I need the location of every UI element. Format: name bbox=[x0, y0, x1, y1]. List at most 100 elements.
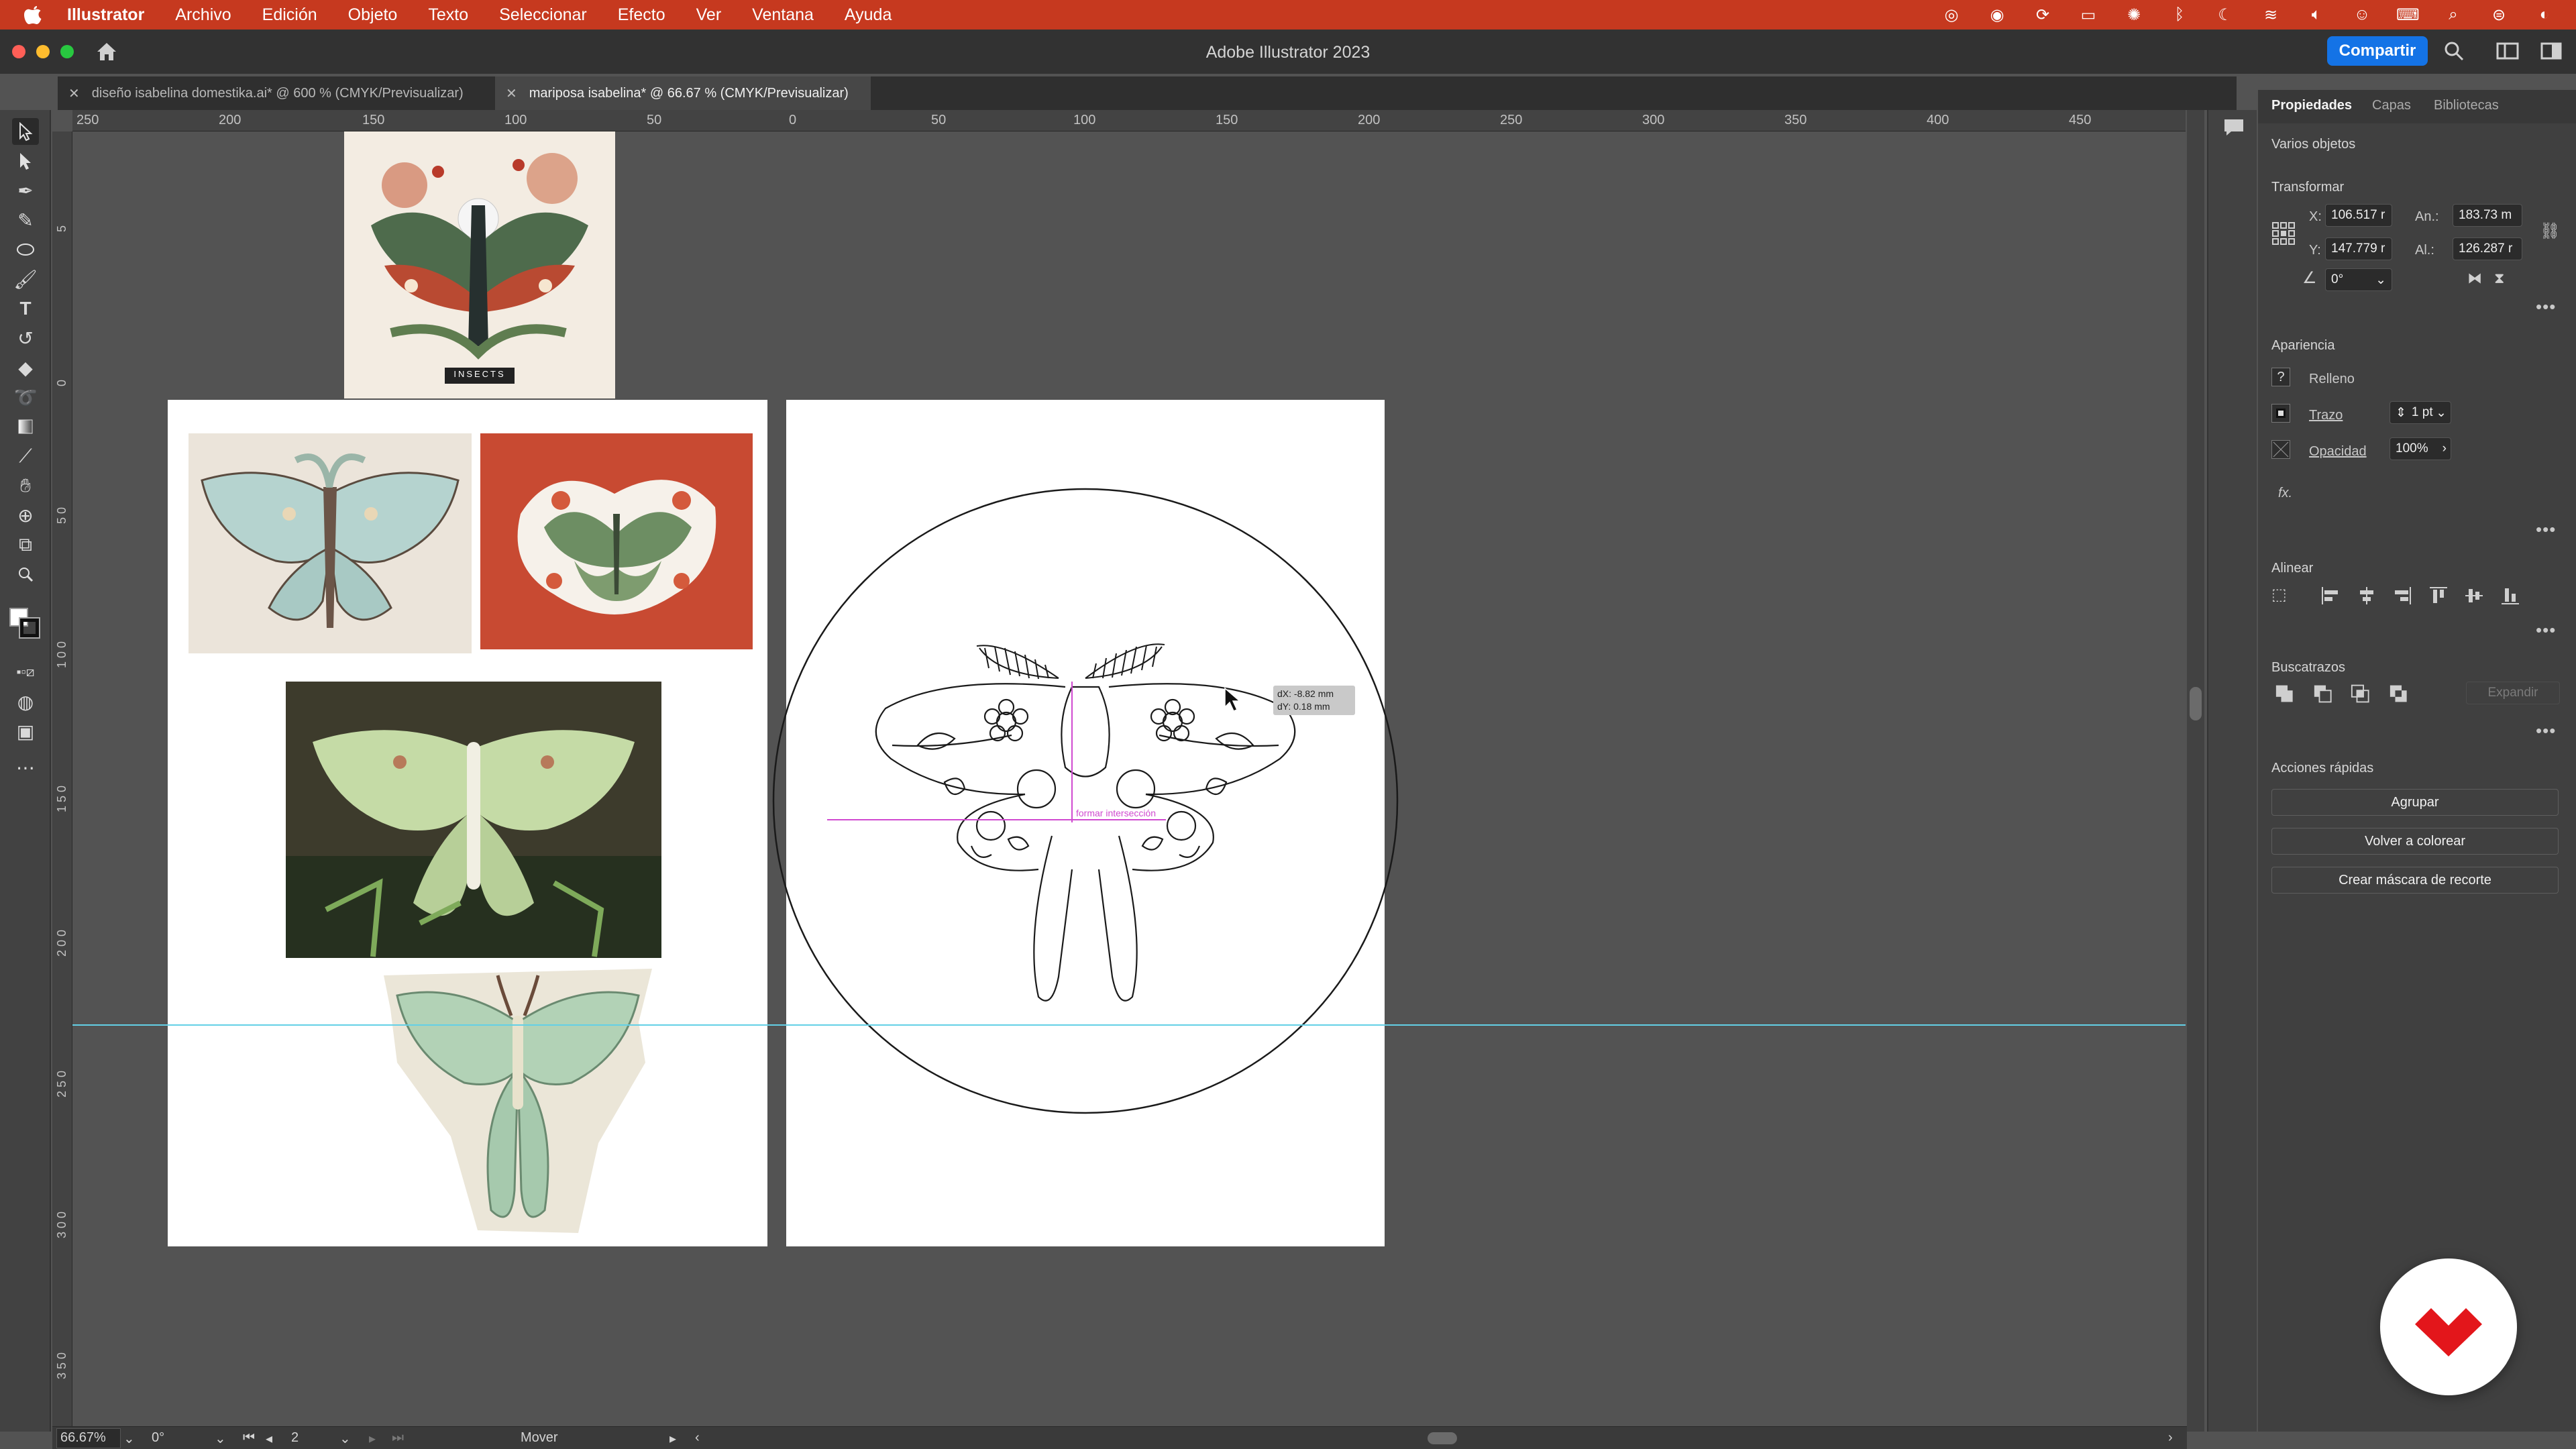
group-button[interactable]: Agrupar bbox=[2271, 789, 2559, 816]
control-center-icon[interactable]: ⊜ bbox=[2487, 5, 2510, 25]
artboard-tool-icon[interactable]: ⧉ bbox=[12, 531, 39, 558]
draw-mode-icon[interactable]: ◍ bbox=[12, 688, 39, 715]
opacity-field[interactable]: 100% › bbox=[2390, 437, 2451, 460]
align-bottom-icon[interactable] bbox=[2500, 585, 2521, 606]
more-options-icon[interactable]: ••• bbox=[2536, 519, 2556, 540]
first-artboard-icon[interactable]: ⏮ bbox=[243, 1430, 255, 1446]
document-tab-1[interactable]: ✕ diseño isabelina domestika.ai* @ 600 %… bbox=[58, 76, 494, 110]
x-field[interactable]: 106.517 r bbox=[2325, 204, 2392, 227]
recolor-button[interactable]: Volver a colorear bbox=[2271, 828, 2559, 855]
moth-line-drawing[interactable] bbox=[72, 131, 2186, 1426]
fill-stroke-swatches[interactable] bbox=[7, 605, 44, 652]
chevron-down-icon[interactable]: ⌄ bbox=[339, 1430, 351, 1447]
menu-edicion[interactable]: Edición bbox=[262, 5, 317, 25]
reference-point-icon[interactable] bbox=[2271, 221, 2296, 246]
menu-efecto[interactable]: Efecto bbox=[618, 5, 665, 25]
opacity-label[interactable]: Opacidad bbox=[2309, 444, 2367, 460]
stroke-label[interactable]: Trazo bbox=[2309, 408, 2343, 423]
horizontal-scroll-thumb[interactable] bbox=[1428, 1432, 1457, 1444]
stroke-weight-field[interactable]: ⇕ 1 pt ⌄ bbox=[2390, 401, 2451, 424]
document-tab-2[interactable]: ✕ mariposa isabelina* @ 66.67 % (CMYK/Pr… bbox=[495, 76, 871, 110]
chevron-down-icon[interactable]: ⌄ bbox=[123, 1430, 135, 1447]
align-middle-icon[interactable] bbox=[2463, 585, 2485, 606]
intersect-icon[interactable] bbox=[2350, 683, 2371, 704]
record-icon[interactable]: ◉ bbox=[1986, 5, 2008, 25]
color-wheel-icon[interactable]: ✺ bbox=[2123, 5, 2145, 25]
fill-swatch[interactable]: ? bbox=[2271, 368, 2290, 386]
color-mode-icon[interactable]: ▪▫⧄ bbox=[12, 659, 39, 686]
scroll-right-icon[interactable]: › bbox=[2168, 1430, 2173, 1446]
align-to-icon[interactable]: ⬚ bbox=[2271, 585, 2287, 604]
clipping-mask-button[interactable]: Crear máscara de recorte bbox=[2271, 867, 2559, 894]
search-icon[interactable] bbox=[2442, 39, 2466, 63]
minus-front-icon[interactable] bbox=[2312, 683, 2333, 704]
tab-capas[interactable]: Capas bbox=[2372, 98, 2411, 113]
artboard-number[interactable]: 2 bbox=[291, 1430, 299, 1446]
apple-icon[interactable] bbox=[23, 3, 43, 26]
gradient-tool-icon[interactable] bbox=[12, 413, 39, 440]
eyedropper-tool-icon[interactable]: ⟋ bbox=[12, 443, 39, 470]
puppet-warp-tool-icon[interactable]: ✋︎ bbox=[12, 472, 39, 499]
stroke-swatch[interactable] bbox=[19, 617, 40, 639]
menu-ayuda[interactable]: Ayuda bbox=[845, 5, 892, 25]
menu-app-name[interactable]: Illustrator bbox=[67, 5, 144, 25]
tab-bibliotecas[interactable]: Bibliotecas bbox=[2434, 98, 2499, 113]
close-tab-icon[interactable]: ✕ bbox=[506, 85, 517, 102]
wifi-icon[interactable]: ≋ bbox=[2259, 5, 2282, 25]
unite-icon[interactable] bbox=[2274, 683, 2295, 704]
curvature-tool-icon[interactable]: ✎ bbox=[12, 207, 39, 233]
align-top-icon[interactable] bbox=[2428, 585, 2449, 606]
align-left-icon[interactable] bbox=[2320, 585, 2341, 606]
type-tool-icon[interactable]: T bbox=[12, 295, 39, 322]
menu-ver[interactable]: Ver bbox=[696, 5, 722, 25]
menu-objeto[interactable]: Objeto bbox=[348, 5, 398, 25]
horizontal-ruler[interactable]: 250 200 150 100 50 0 50 100 150 200 250 … bbox=[72, 110, 2186, 131]
screen-mode-icon[interactable]: ▣ bbox=[12, 718, 39, 745]
shape-builder-tool-icon[interactable]: ⊕ bbox=[12, 502, 39, 529]
menu-ventana[interactable]: Ventana bbox=[752, 5, 814, 25]
direct-selection-tool-icon[interactable] bbox=[12, 148, 39, 174]
tab-propiedades[interactable]: Propiedades bbox=[2271, 98, 2352, 113]
siri-icon[interactable]: ◐ bbox=[2533, 5, 2556, 24]
align-center-icon[interactable] bbox=[2356, 585, 2377, 606]
panel-layout-icon[interactable] bbox=[2540, 40, 2563, 62]
spotlight-icon[interactable]: ⌕ bbox=[2442, 5, 2465, 24]
more-options-icon[interactable]: ••• bbox=[2536, 297, 2556, 317]
paintbrush-tool-icon[interactable]: 🖌︎ bbox=[12, 266, 39, 292]
selection-tool-icon[interactable] bbox=[12, 118, 39, 145]
keyboard-icon[interactable]: ⌨ bbox=[2396, 5, 2420, 25]
vertical-scrollbar[interactable] bbox=[2187, 110, 2204, 1432]
display-icon[interactable]: ▭ bbox=[2077, 5, 2100, 25]
pen-tool-icon[interactable]: ✒ bbox=[12, 177, 39, 204]
y-field[interactable]: 147.779 r bbox=[2325, 237, 2392, 260]
scroll-left-icon[interactable]: ‹ bbox=[695, 1430, 700, 1446]
sync-icon[interactable]: ⟳ bbox=[2031, 5, 2054, 25]
status-menu-icon[interactable]: ▸ bbox=[669, 1430, 676, 1447]
width-field[interactable]: 183.73 m bbox=[2453, 204, 2522, 227]
last-artboard-icon[interactable]: ⏭ bbox=[392, 1430, 404, 1446]
menu-texto[interactable]: Texto bbox=[428, 5, 468, 25]
ellipse-tool-icon[interactable] bbox=[12, 236, 39, 263]
night-mode-icon[interactable]: ☾ bbox=[2214, 5, 2237, 25]
chevron-down-icon[interactable]: ⌄ bbox=[215, 1430, 226, 1447]
scroll-thumb[interactable] bbox=[2190, 687, 2202, 720]
more-options-icon[interactable]: ••• bbox=[2536, 620, 2556, 641]
lasso-tool-icon[interactable]: ➰ bbox=[12, 384, 39, 411]
close-tab-icon[interactable]: ✕ bbox=[68, 85, 80, 102]
effects-button[interactable]: fx. bbox=[2278, 486, 2292, 501]
previous-artboard-icon[interactable]: ◂ bbox=[266, 1430, 272, 1447]
more-tools-icon[interactable]: ⋯ bbox=[12, 754, 39, 781]
share-button[interactable]: Compartir bbox=[2327, 36, 2428, 66]
user-icon[interactable]: ☺ bbox=[2351, 5, 2373, 24]
flip-vertical-icon[interactable]: ⧗ bbox=[2494, 270, 2504, 287]
next-artboard-icon[interactable]: ▸ bbox=[369, 1430, 376, 1447]
constrain-proportions-icon[interactable]: ⛓ bbox=[2540, 221, 2560, 241]
exclude-icon[interactable] bbox=[2388, 683, 2409, 704]
more-options-icon[interactable]: ••• bbox=[2536, 720, 2556, 741]
rotation-value[interactable]: 0° bbox=[152, 1430, 164, 1446]
bluetooth-icon[interactable]: ᛒ bbox=[2168, 5, 2191, 24]
comments-icon[interactable] bbox=[2220, 114, 2247, 141]
vertical-ruler[interactable]: 5 0 5 0 1 0 0 1 5 0 2 0 0 2 5 0 3 0 0 3 … bbox=[52, 131, 72, 1426]
menu-archivo[interactable]: Archivo bbox=[175, 5, 231, 25]
angle-field[interactable]: 0° ⌄ bbox=[2325, 268, 2392, 291]
